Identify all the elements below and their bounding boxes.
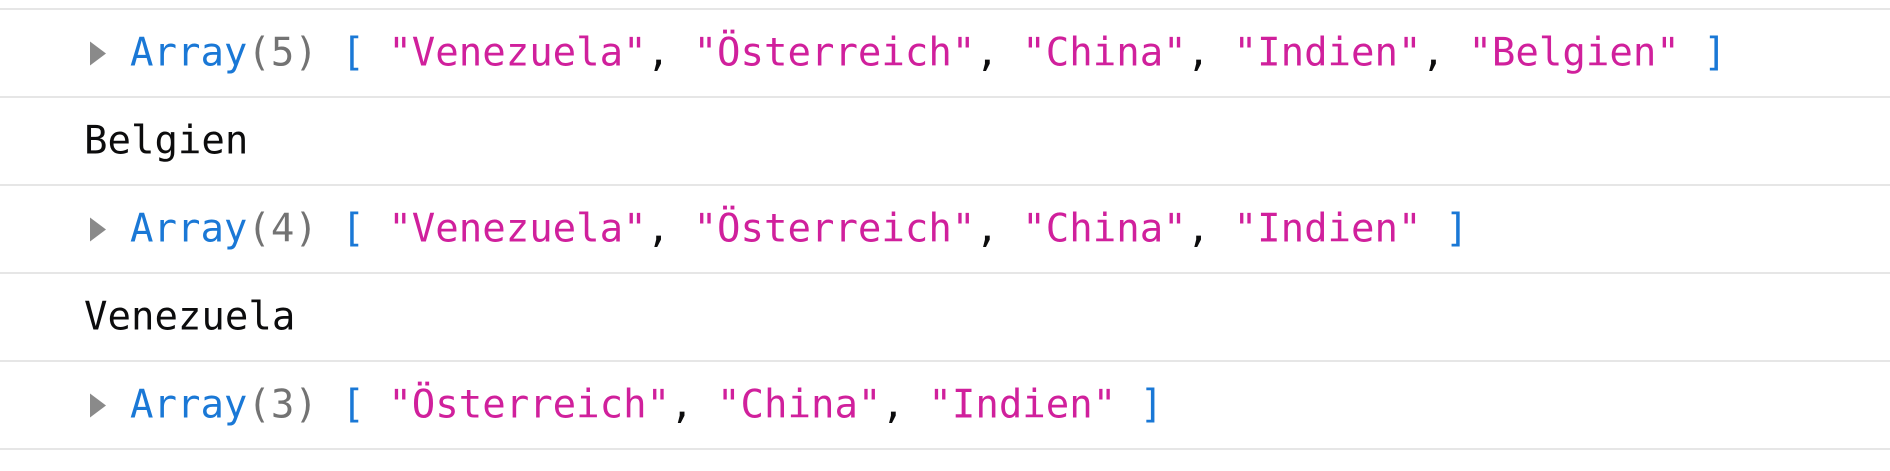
array-item: "China" [717,382,882,428]
console-message-array-5[interactable]: Array (5) [ "Venezuela", "Österreich", "C… [0,10,1890,98]
separator: , [975,30,999,76]
array-label[interactable]: Array [130,34,247,73]
open-bracket: [ [341,30,365,76]
array-item: "Indien" [1233,30,1422,76]
array-item: "Venezuela" [388,30,647,76]
close-bracket: ] [1703,30,1727,76]
log-text: Venezuela [84,294,296,340]
array-item: "Österreich" [693,206,976,252]
twisty-right-icon[interactable] [90,217,106,241]
array-item: "Österreich" [693,30,976,76]
console-message-array-3[interactable]: Array (3) [ "Österreich", "China", "Indie… [0,362,1890,450]
console-message-log: Venezuela [0,274,1890,362]
array-item: "China" [1022,30,1187,76]
twisty-right-icon[interactable] [90,41,106,65]
separator: , [1186,206,1211,252]
separator: , [1186,30,1211,76]
array-count: (3) [247,382,318,428]
log-text: Belgien [84,118,249,164]
open-bracket: [ [341,382,365,428]
array-label[interactable]: Array [130,386,247,425]
separator: , [646,206,671,252]
separator: , [975,206,999,252]
array-item: "Österreich" [388,382,671,428]
separator: , [646,30,671,76]
open-bracket: [ [341,206,365,252]
twisty-right-icon[interactable] [90,393,106,417]
separator: , [1421,30,1445,76]
array-item: "Indien" [1233,206,1422,252]
console-message-log: Belgien [0,98,1890,186]
console-message-array-4[interactable]: Array (4) [ "Venezuela", "Österreich", "C… [0,186,1890,274]
separator: , [881,382,905,428]
array-count: (5) [247,30,318,76]
separator: , [670,382,694,428]
array-item: "Belgien" [1468,30,1680,76]
array-count: (4) [247,206,318,252]
web-console-output: Array (5) [ "Venezuela", "Österreich", "C… [0,0,1890,471]
array-label[interactable]: Array [130,210,247,249]
close-bracket: ] [1444,206,1469,252]
array-item: "Indien" [928,382,1117,428]
array-item: "Venezuela" [388,206,647,252]
array-item: "China" [1022,206,1187,252]
close-bracket: ] [1139,382,1164,428]
